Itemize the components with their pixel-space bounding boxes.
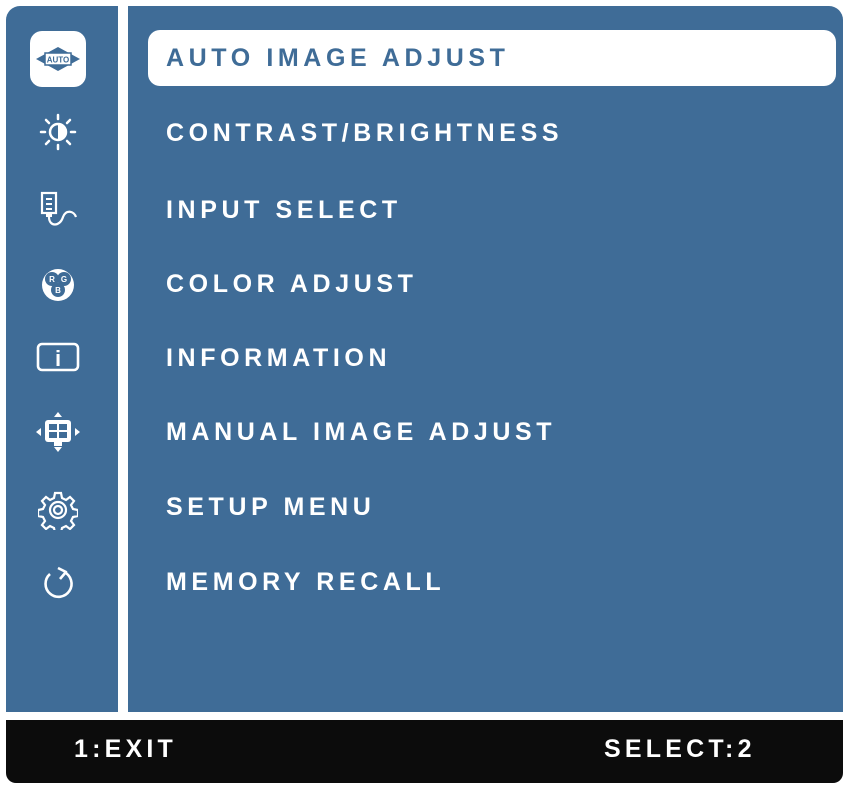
- menu-item-setup-menu[interactable]: SETUP MENU: [148, 479, 836, 535]
- osd-menu: AUTO R G B i AUTO IMAGE ADJUST CONTRAST/…: [0, 0, 843, 787]
- icon-sidebar: AUTO R G B i: [6, 6, 118, 712]
- menu-item-auto-image-adjust[interactable]: AUTO IMAGE ADJUST: [148, 30, 836, 86]
- menu-item-label: INPUT SELECT: [166, 195, 402, 224]
- menu-item-label: AUTO IMAGE ADJUST: [166, 43, 510, 72]
- menu-item-label: MEMORY RECALL: [166, 567, 446, 596]
- menu-item-input-select[interactable]: INPUT SELECT: [148, 182, 836, 238]
- svg-text:i: i: [55, 346, 61, 371]
- exit-hint: 1:EXIT: [74, 735, 177, 763]
- svg-text:AUTO: AUTO: [47, 56, 70, 65]
- brightness-icon: [39, 113, 77, 151]
- menu-item-manual-image-adjust[interactable]: MANUAL IMAGE ADJUST: [148, 404, 836, 460]
- manual-image-adjust-icon: [36, 412, 80, 452]
- sidebar-icon-contrast-brightness[interactable]: [28, 103, 88, 161]
- recall-icon: [44, 566, 73, 599]
- svg-text:G: G: [61, 275, 67, 284]
- sidebar-icon-setup-menu[interactable]: [28, 481, 88, 539]
- menu-item-contrast-brightness[interactable]: CONTRAST/BRIGHTNESS: [148, 105, 836, 161]
- menu-item-label: SETUP MENU: [166, 492, 376, 521]
- menu-item-information[interactable]: INFORMATION: [148, 330, 836, 386]
- sidebar-icon-manual-image-adjust[interactable]: [28, 403, 88, 461]
- gear-icon: [38, 491, 78, 530]
- svg-text:B: B: [55, 286, 61, 295]
- menu-item-label: MANUAL IMAGE ADJUST: [166, 417, 557, 446]
- rgb-color-icon: R G B: [42, 269, 74, 301]
- menu-panel: AUTO IMAGE ADJUST CONTRAST/BRIGHTNESS IN…: [128, 6, 843, 712]
- sidebar-icon-input-select[interactable]: [28, 180, 88, 238]
- menu-item-label: COLOR ADJUST: [166, 269, 418, 298]
- menu-item-color-adjust[interactable]: COLOR ADJUST: [148, 256, 836, 312]
- button-hint-bar: 1:EXIT SELECT:2: [6, 720, 843, 783]
- menu-item-memory-recall[interactable]: MEMORY RECALL: [148, 554, 836, 610]
- sidebar-icon-information[interactable]: i: [28, 328, 88, 386]
- select-hint: SELECT:2: [604, 735, 756, 763]
- menu-item-label: CONTRAST/BRIGHTNESS: [166, 118, 564, 147]
- auto-icon: AUTO: [36, 47, 80, 71]
- sidebar-icon-memory-recall[interactable]: [28, 555, 88, 613]
- menu-item-label: INFORMATION: [166, 343, 392, 372]
- sidebar-icon-color-adjust[interactable]: R G B: [28, 256, 88, 314]
- sidebar-icon-auto-image-adjust[interactable]: AUTO: [30, 31, 86, 87]
- input-connector-icon: [40, 191, 78, 226]
- svg-text:R: R: [49, 275, 55, 284]
- info-icon: i: [36, 342, 80, 372]
